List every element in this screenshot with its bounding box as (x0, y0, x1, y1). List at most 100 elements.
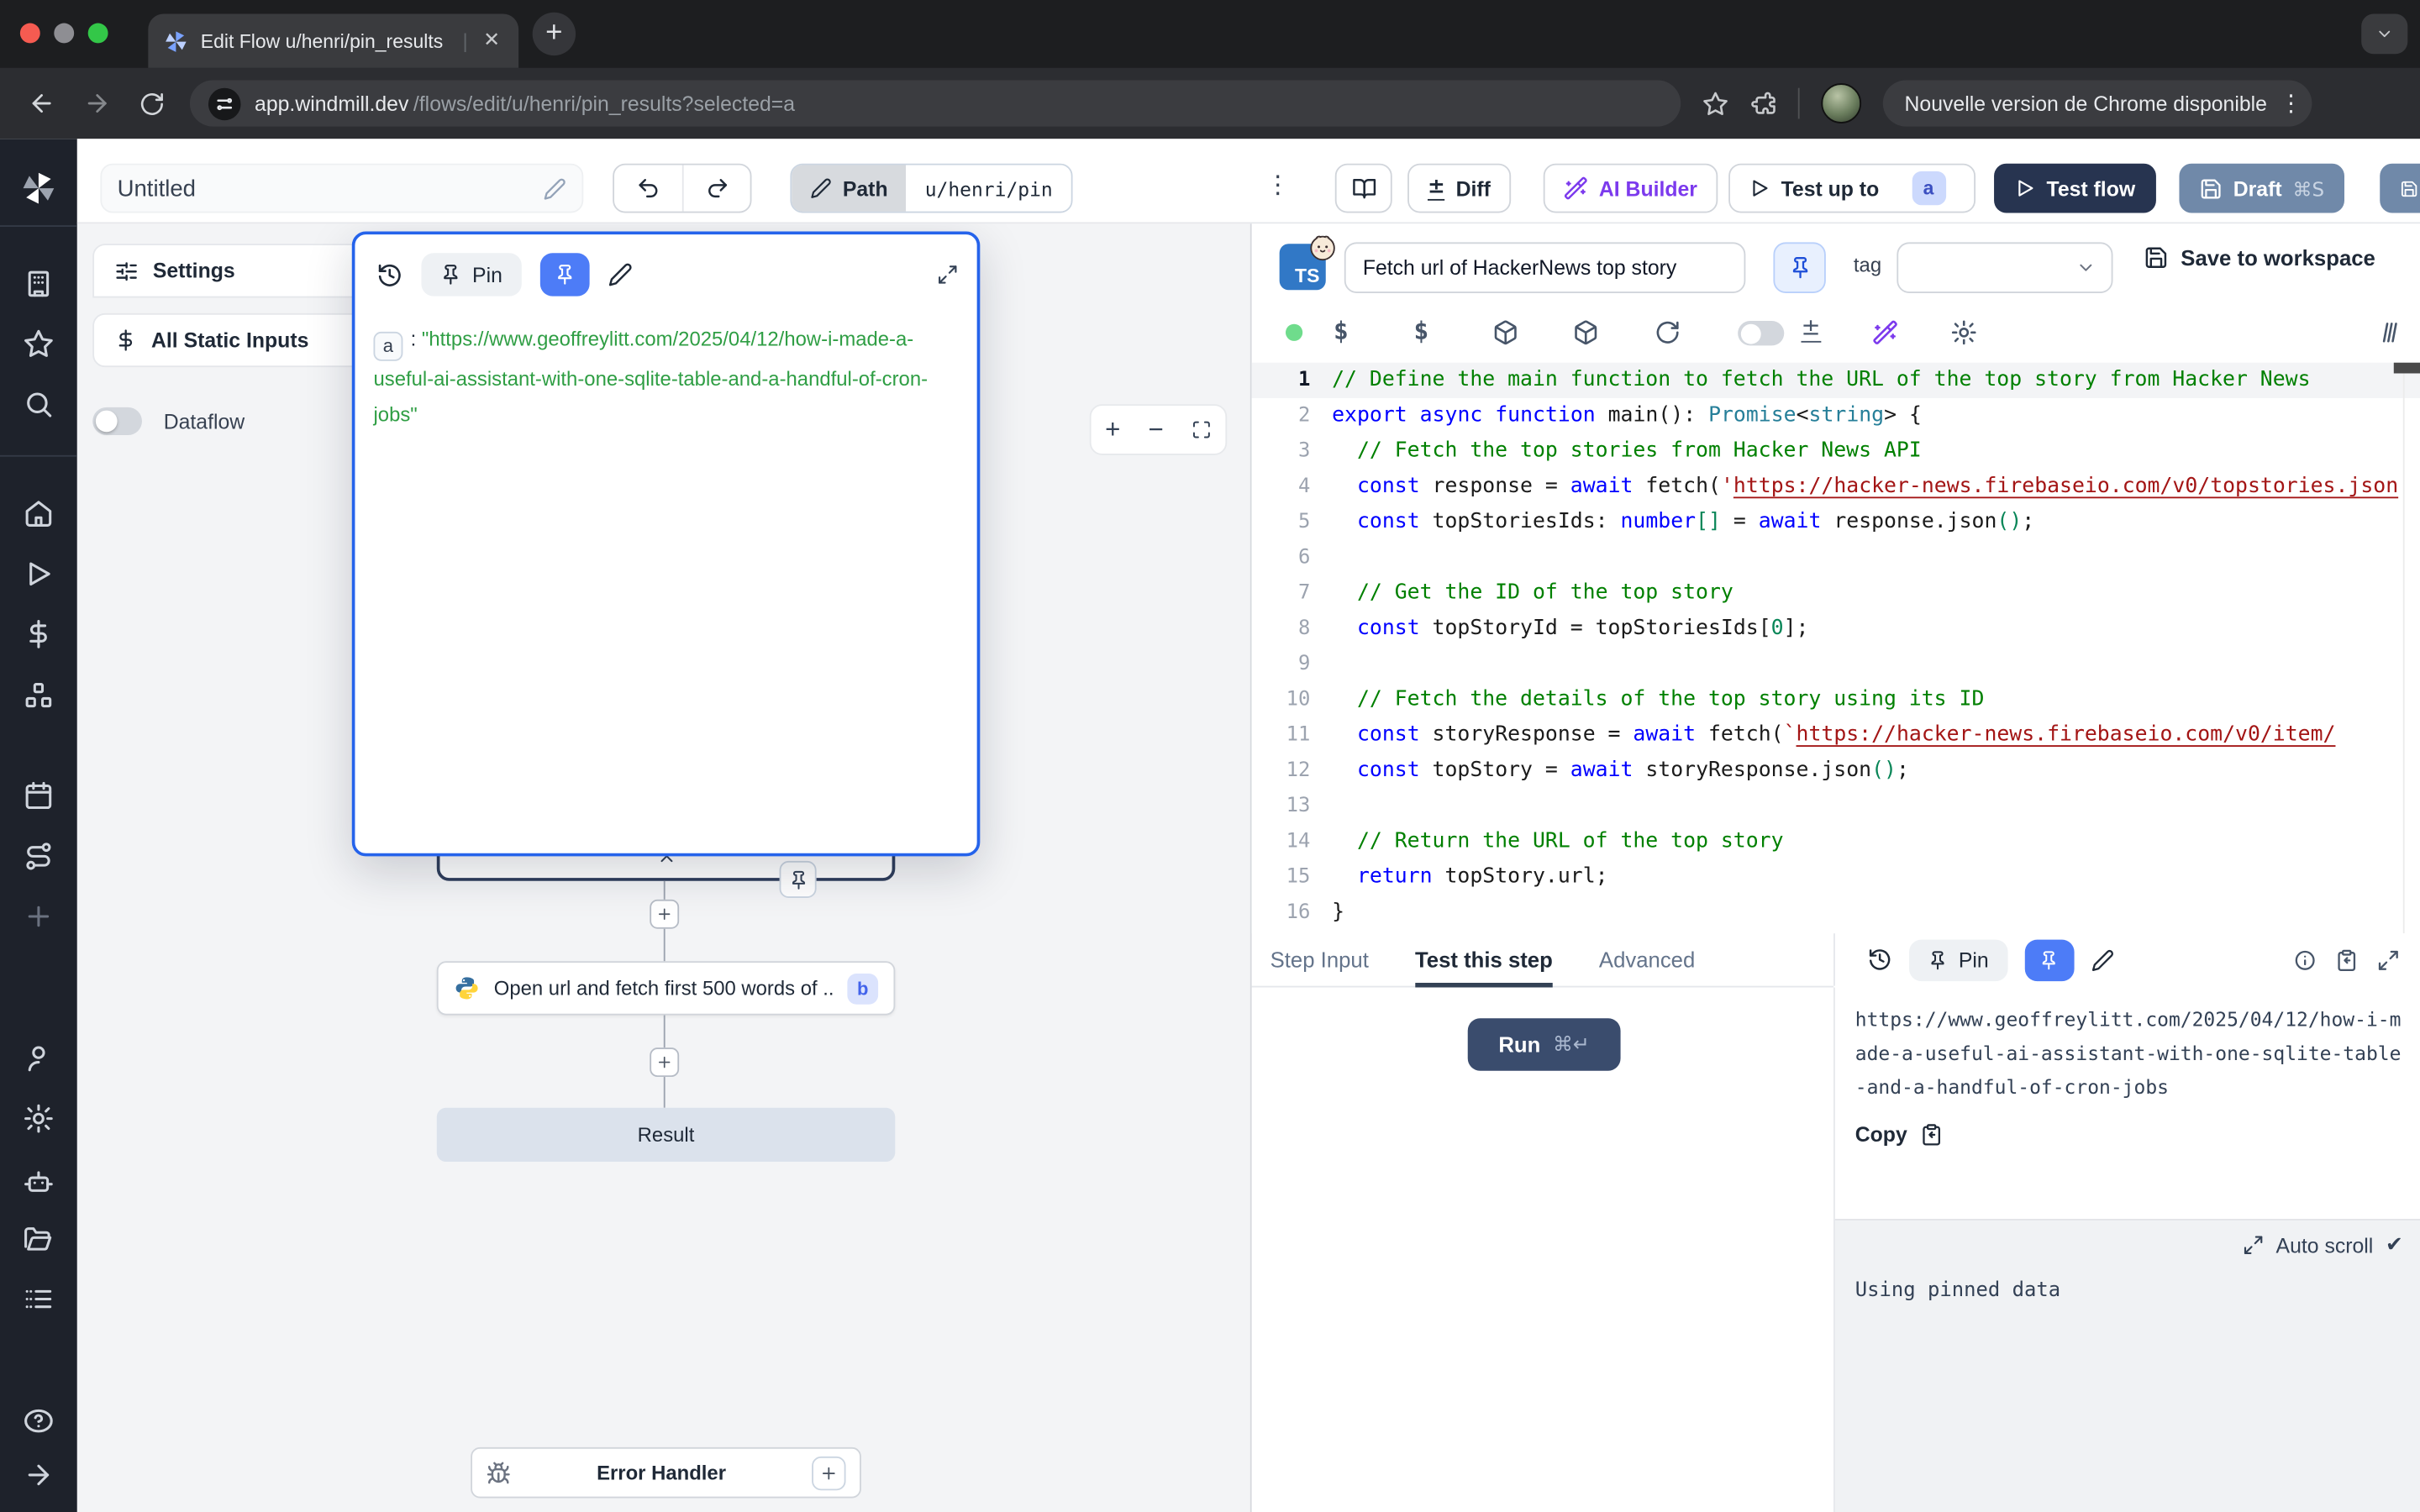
info-icon[interactable] (2293, 948, 2317, 972)
extensions-icon[interactable] (1750, 90, 1776, 116)
flow-graph-canvas[interactable]: Settings All Static Inputs Dataflow + − (77, 223, 1250, 1512)
chrome-update-button[interactable]: Nouvelle version de Chrome disponible ⋮ (1883, 81, 2312, 127)
close-window-button[interactable] (20, 24, 40, 44)
error-handler-node[interactable]: Error Handler (471, 1447, 861, 1499)
tag-select[interactable] (1897, 242, 2112, 293)
code-line[interactable]: 11 const storyResponse = await fetch(`ht… (1252, 717, 2420, 753)
copy-clipboard-icon[interactable] (2335, 948, 2359, 972)
pinned-active-button[interactable] (2024, 939, 2074, 981)
runs-play-icon[interactable] (24, 559, 55, 590)
site-info-icon[interactable] (208, 87, 241, 120)
code-line[interactable]: 1// Define the main function to fetch th… (1252, 363, 2420, 398)
code-line[interactable]: 6 (1252, 540, 2420, 575)
zoom-in-button[interactable]: + (1105, 414, 1120, 445)
code-line[interactable]: 12 const topStory = await storyResponse.… (1252, 753, 2420, 788)
minimize-window-button[interactable] (54, 24, 74, 44)
code-line[interactable]: 10 // Fetch the details of the top story… (1252, 682, 2420, 717)
schedules-calendar-icon[interactable] (24, 780, 55, 811)
step-pin-button[interactable] (1773, 242, 1825, 293)
code-line[interactable]: 16} (1252, 895, 2420, 930)
code-line[interactable]: 15 return topStory.url; (1252, 859, 2420, 895)
url-bar[interactable]: app.windmill.dev/flows/edit/u/henri/pin_… (190, 81, 1681, 127)
tab-step-input[interactable]: Step Input (1270, 932, 1369, 986)
home-icon[interactable] (24, 498, 55, 529)
reload-icon[interactable] (1655, 319, 1681, 345)
save-to-workspace-button[interactable]: Save to workspace (2144, 245, 2375, 270)
history-icon[interactable] (1867, 948, 1891, 972)
code-line[interactable]: 8 const topStoryId = topStoriesIds[0]; (1252, 611, 2420, 646)
copy-button[interactable]: Copy (1855, 1123, 2403, 1147)
reload-icon[interactable] (139, 90, 165, 116)
code-line[interactable]: 2export async function main(): Promise<s… (1252, 398, 2420, 433)
package-icon[interactable] (1573, 319, 1599, 345)
collapse-sidebar-arrow-icon[interactable] (24, 1460, 55, 1491)
draft-button[interactable]: Draft ⌘S (2179, 164, 2344, 213)
pin-button[interactable]: Pin (1909, 939, 2007, 981)
workspace-building-icon[interactable] (24, 269, 55, 300)
pinned-json-viewer[interactable]: a: "https://www.geoffreylitt.com/2025/04… (355, 297, 976, 433)
logs-list-icon[interactable] (24, 1284, 55, 1315)
path-button[interactable]: Path (792, 165, 906, 212)
pin-button[interactable]: Pin (421, 253, 520, 296)
editor-toggle[interactable] (1738, 321, 1784, 345)
browser-tab[interactable]: Edit Flow u/henri/pin_results | ✕ (148, 14, 518, 68)
resources-boxes-icon[interactable] (24, 680, 55, 711)
fit-view-icon[interactable] (1192, 420, 1212, 440)
code-line[interactable]: 13 (1252, 789, 2420, 824)
edit-pencil-icon[interactable] (608, 262, 632, 286)
history-icon[interactable] (376, 261, 402, 287)
code-line[interactable]: 9 (1252, 647, 2420, 682)
code-line[interactable]: 4 const response = await fetch('https://… (1252, 469, 2420, 504)
folders-icon[interactable] (24, 1224, 55, 1255)
variables-dollar-icon[interactable] (24, 619, 55, 650)
tab-search-chevron-icon[interactable] (2361, 14, 2407, 55)
test-up-to-target-badge[interactable]: a (1912, 171, 1945, 205)
flow-name-field[interactable]: Untitled (100, 164, 583, 213)
flow-node-b[interactable]: Open url and fetch first 500 words of ..… (437, 961, 896, 1015)
editor-scrollbar[interactable] (2394, 363, 2420, 374)
code-line[interactable]: 3 // Fetch the top stories from Hacker N… (1252, 433, 2420, 469)
docs-book-button[interactable] (1335, 164, 1392, 213)
ai-builder-button[interactable]: AI Builder (1544, 164, 1718, 213)
expand-icon[interactable] (2242, 1234, 2264, 1256)
forward-icon[interactable] (83, 90, 111, 118)
user-icon[interactable] (24, 1043, 55, 1074)
bookmark-star-icon[interactable] (1702, 90, 1728, 116)
insert-step-button[interactable] (650, 900, 679, 929)
tab-test-this-step[interactable]: Test this step (1415, 932, 1553, 986)
add-plus-icon[interactable] (24, 901, 55, 932)
back-icon[interactable] (28, 90, 55, 118)
more-options-icon[interactable]: ⋮ (1265, 170, 1290, 199)
code-editor[interactable]: 1// Define the main function to fetch th… (1252, 363, 2420, 934)
dataflow-toggle[interactable] (92, 407, 142, 435)
favorites-star-icon[interactable] (24, 328, 55, 360)
run-button[interactable]: Run ⌘↵ (1468, 1018, 1621, 1070)
package-icon[interactable] (1492, 319, 1518, 345)
expand-icon[interactable] (937, 264, 959, 286)
undo-button[interactable] (614, 165, 682, 212)
diff-plus-minus-icon[interactable]: ± (1801, 315, 1820, 343)
close-tab-icon[interactable]: ✕ (480, 29, 502, 53)
assistant-panel-icon[interactable] (2375, 319, 2402, 345)
resource-picker-icon[interactable]: $ (1413, 317, 1428, 346)
workers-robot-icon[interactable] (24, 1165, 55, 1196)
search-icon[interactable] (24, 389, 55, 420)
result-url[interactable]: https://www.geoffreylitt.com/2025/04/12/… (1855, 1003, 2403, 1105)
flow-node-result[interactable]: Result (437, 1108, 896, 1162)
flows-route-icon[interactable] (24, 841, 55, 872)
new-tab-button[interactable]: + (533, 13, 576, 55)
edit-name-pencil-icon[interactable] (544, 176, 567, 200)
node-pin-badge-icon[interactable] (780, 861, 817, 898)
code-line[interactable]: 14 // Return the URL of the top story (1252, 824, 2420, 859)
test-up-to-button[interactable]: Test up to a (1728, 164, 1975, 213)
pinned-active-button[interactable] (539, 253, 589, 296)
redo-button[interactable] (682, 165, 750, 212)
check-icon[interactable]: ✔ (2386, 1233, 2403, 1257)
windmill-logo-icon[interactable] (20, 170, 57, 207)
edit-pencil-icon[interactable] (2091, 948, 2114, 972)
add-error-handler-button[interactable] (812, 1456, 845, 1489)
ai-wand-icon[interactable] (1872, 319, 1898, 345)
zoom-out-button[interactable]: − (1149, 414, 1164, 445)
profile-avatar[interactable] (1821, 83, 1861, 123)
settings-gear-icon[interactable] (24, 1103, 55, 1134)
